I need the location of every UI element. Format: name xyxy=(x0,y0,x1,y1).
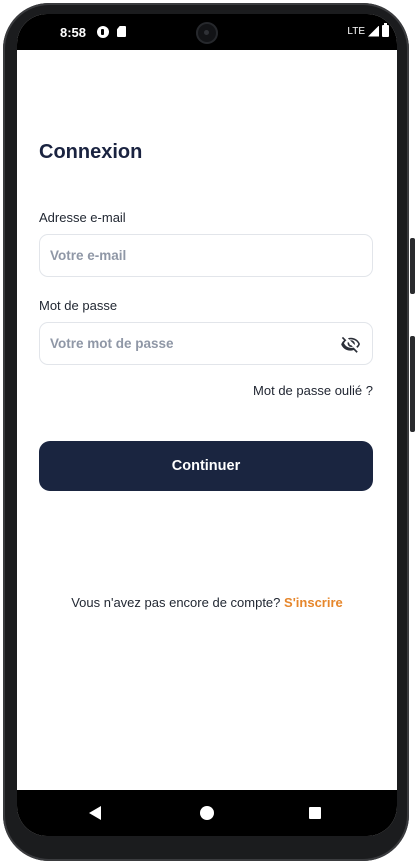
front-camera xyxy=(196,22,218,44)
network-type: LTE xyxy=(347,25,365,37)
app-notification-icon xyxy=(97,26,109,38)
continue-button[interactable]: Continuer xyxy=(39,441,373,491)
phone-screen: 8:58 LTE Connexion Adresse e-mail Mot de… xyxy=(17,14,397,836)
page-title: Connexion xyxy=(39,141,143,163)
back-triangle-icon[interactable] xyxy=(89,806,101,820)
status-indicators: LTE xyxy=(347,23,389,37)
home-circle-icon[interactable] xyxy=(200,806,214,820)
device: 8:58 LTE Connexion Adresse e-mail Mot de… xyxy=(0,0,416,866)
signup-prompt-text: Vous n'avez pas encore de compte? xyxy=(71,595,281,610)
password-field[interactable] xyxy=(50,323,330,364)
power-button xyxy=(410,238,415,294)
forgot-password-link[interactable]: Mot de passe oulié ? xyxy=(253,383,373,398)
volume-button xyxy=(410,336,415,432)
email-field-container xyxy=(39,234,373,277)
signup-prompt: Vous n'avez pas encore de compte? S'insc… xyxy=(17,595,397,610)
signup-link[interactable]: S'inscrire xyxy=(284,595,343,610)
sd-card-icon xyxy=(117,26,126,37)
password-label: Mot de passe xyxy=(39,298,118,313)
battery-icon xyxy=(382,23,389,37)
email-label: Adresse e-mail xyxy=(39,210,126,225)
signal-icon xyxy=(368,25,379,37)
navigation-bar xyxy=(17,790,397,836)
eye-off-icon[interactable] xyxy=(341,334,361,354)
password-field-container xyxy=(39,322,373,365)
status-bar: 8:58 LTE xyxy=(17,14,397,50)
status-time: 8:58 xyxy=(60,25,87,40)
recents-square-icon[interactable] xyxy=(309,807,321,819)
email-field[interactable] xyxy=(50,235,330,276)
